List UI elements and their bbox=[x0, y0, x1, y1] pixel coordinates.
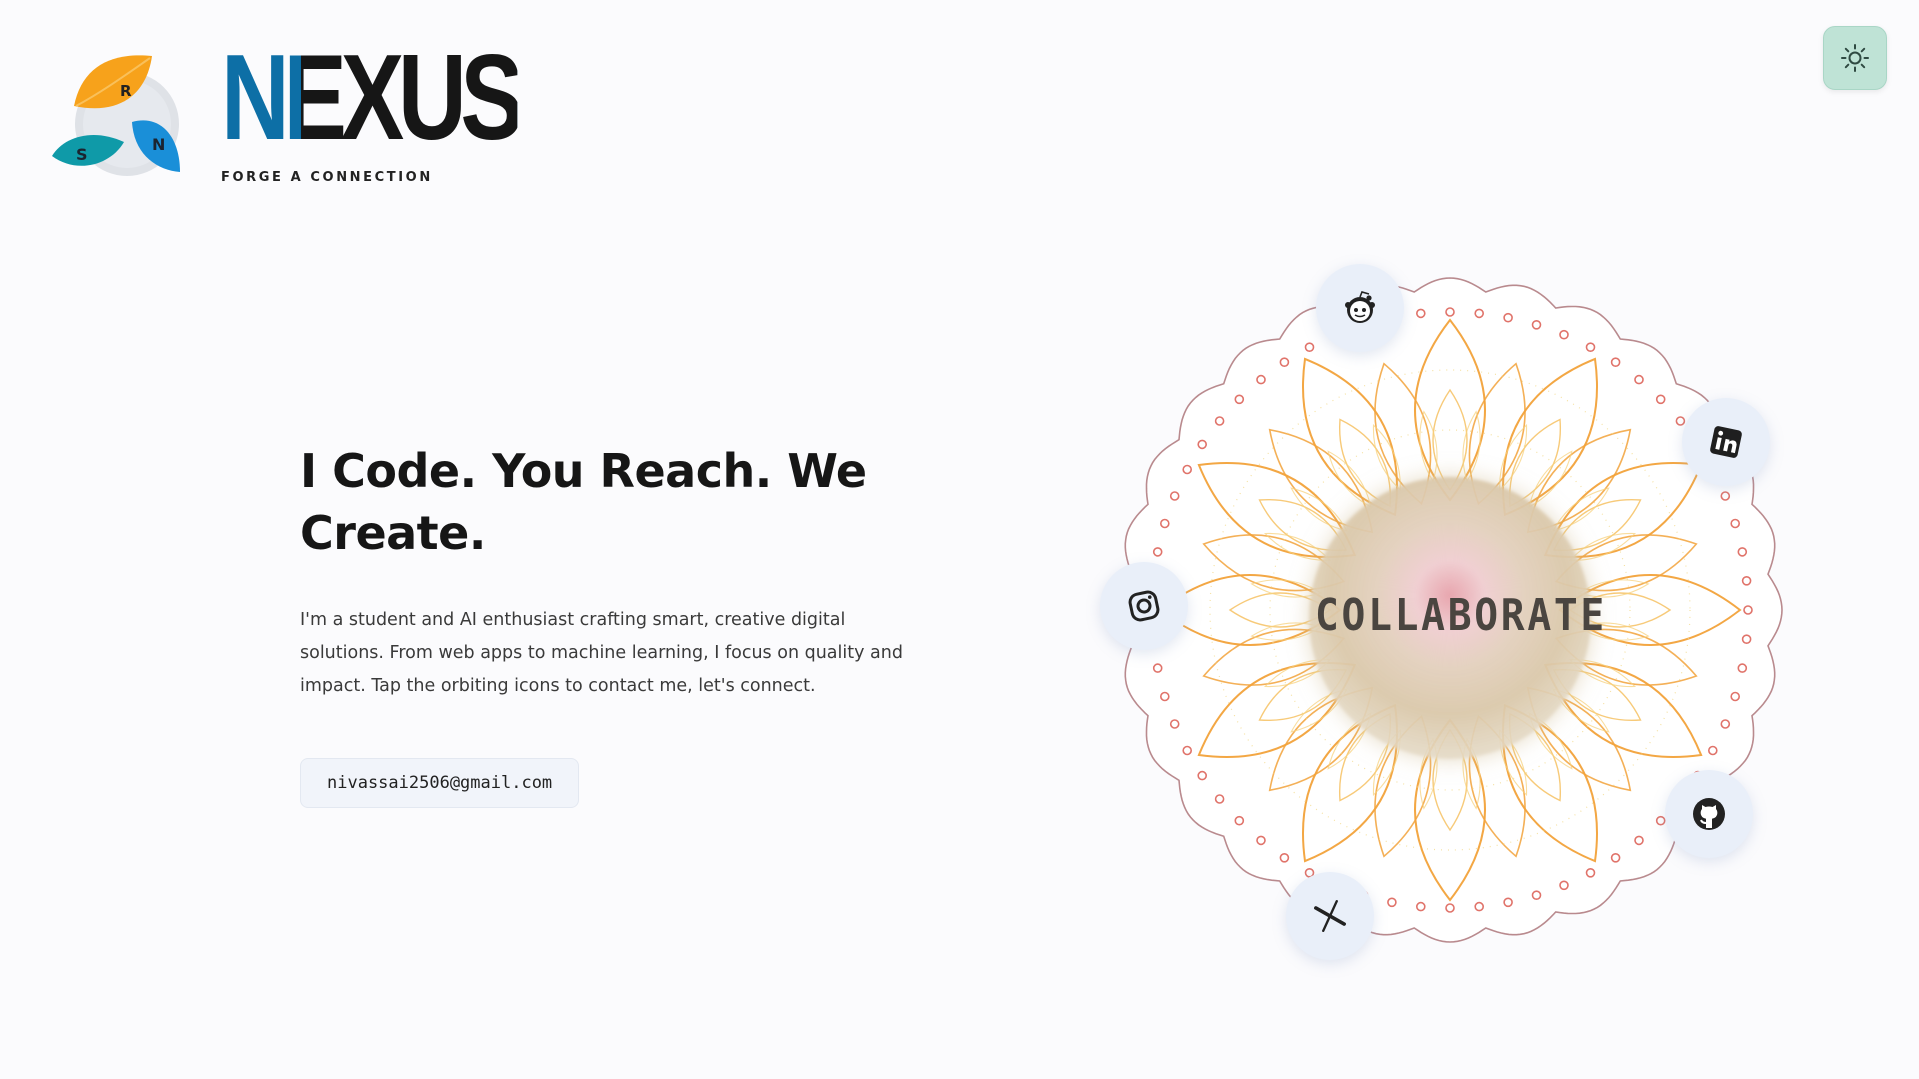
brand-tagline: FORGE A CONNECTION bbox=[221, 170, 433, 185]
logo-mark: R S N bbox=[52, 44, 202, 194]
hero-title: I Code. You Reach. We Create. bbox=[300, 444, 867, 560]
x-icon bbox=[1314, 899, 1346, 933]
brand: NEXUS FORGE A CONNECTION bbox=[221, 29, 601, 185]
hero-section: I Code. You Reach. We Create. I'm a stud… bbox=[300, 440, 940, 808]
theme-toggle-button[interactable] bbox=[1823, 26, 1887, 90]
email-chip[interactable]: nivassai2506@gmail.com bbox=[300, 758, 580, 808]
instagram-link[interactable] bbox=[1100, 562, 1188, 650]
linkedin-link[interactable] bbox=[1682, 398, 1770, 486]
reddit-icon bbox=[1345, 291, 1375, 323]
collaborate-mandala: COLLABORATE bbox=[1100, 260, 1800, 960]
brand-name: NEXUS bbox=[221, 29, 524, 165]
logo-letter-r: R bbox=[120, 82, 132, 100]
logo-letter-s: S bbox=[76, 145, 88, 164]
reddit-link[interactable] bbox=[1316, 264, 1404, 352]
linkedin-icon bbox=[1710, 426, 1742, 458]
github-link[interactable] bbox=[1665, 770, 1753, 858]
collaborate-button[interactable]: COLLABORATE bbox=[1315, 590, 1604, 641]
x-link[interactable] bbox=[1286, 872, 1374, 960]
sun-icon bbox=[1841, 44, 1869, 72]
github-icon bbox=[1693, 798, 1725, 830]
hero-description: I'm a student and AI enthusiast crafting… bbox=[300, 610, 903, 696]
instagram-icon bbox=[1128, 590, 1160, 622]
logo-letter-n: N bbox=[152, 135, 165, 154]
